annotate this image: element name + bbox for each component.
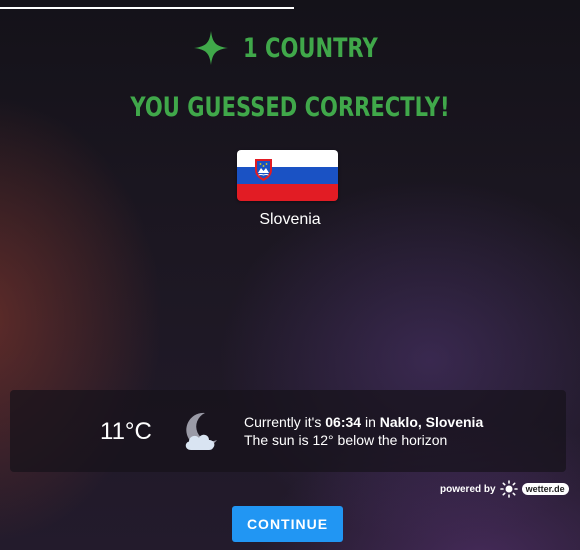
country-flag xyxy=(237,150,338,201)
sun-icon xyxy=(499,480,518,498)
sparkle-icon xyxy=(193,31,228,65)
wetter-logo[interactable]: wetter.de xyxy=(521,483,569,495)
weather-card: 11°C Currently it's 06:34 in Naklo, Slov… xyxy=(10,390,566,472)
moon-cloud-icon xyxy=(185,412,217,450)
coat-of-arms-icon xyxy=(255,159,272,181)
result-header: 1 COUNTRY xyxy=(0,30,580,66)
weather-mid: in xyxy=(361,414,380,430)
country-count: 1 COUNTRY xyxy=(242,32,378,64)
continue-button[interactable]: CONTINUE xyxy=(232,506,343,542)
sun-position-text: The sun is 12° below the horizon xyxy=(244,432,448,448)
result-message: YOU GUESSED CORRECTLY! xyxy=(130,92,450,123)
weather-current-line: Currently it's 06:34 in Naklo, Slovenia xyxy=(244,414,483,430)
weather-prefix: Currently it's xyxy=(244,414,326,430)
local-time: 06:34 xyxy=(325,414,362,430)
location: Naklo, Slovenia xyxy=(379,414,484,430)
powered-by: powered by wetter.de xyxy=(440,480,569,498)
progress-bar xyxy=(0,7,294,9)
country-name: Slovenia xyxy=(259,211,321,228)
powered-by-label: powered by xyxy=(440,483,496,495)
temperature: 11°C xyxy=(100,418,152,445)
